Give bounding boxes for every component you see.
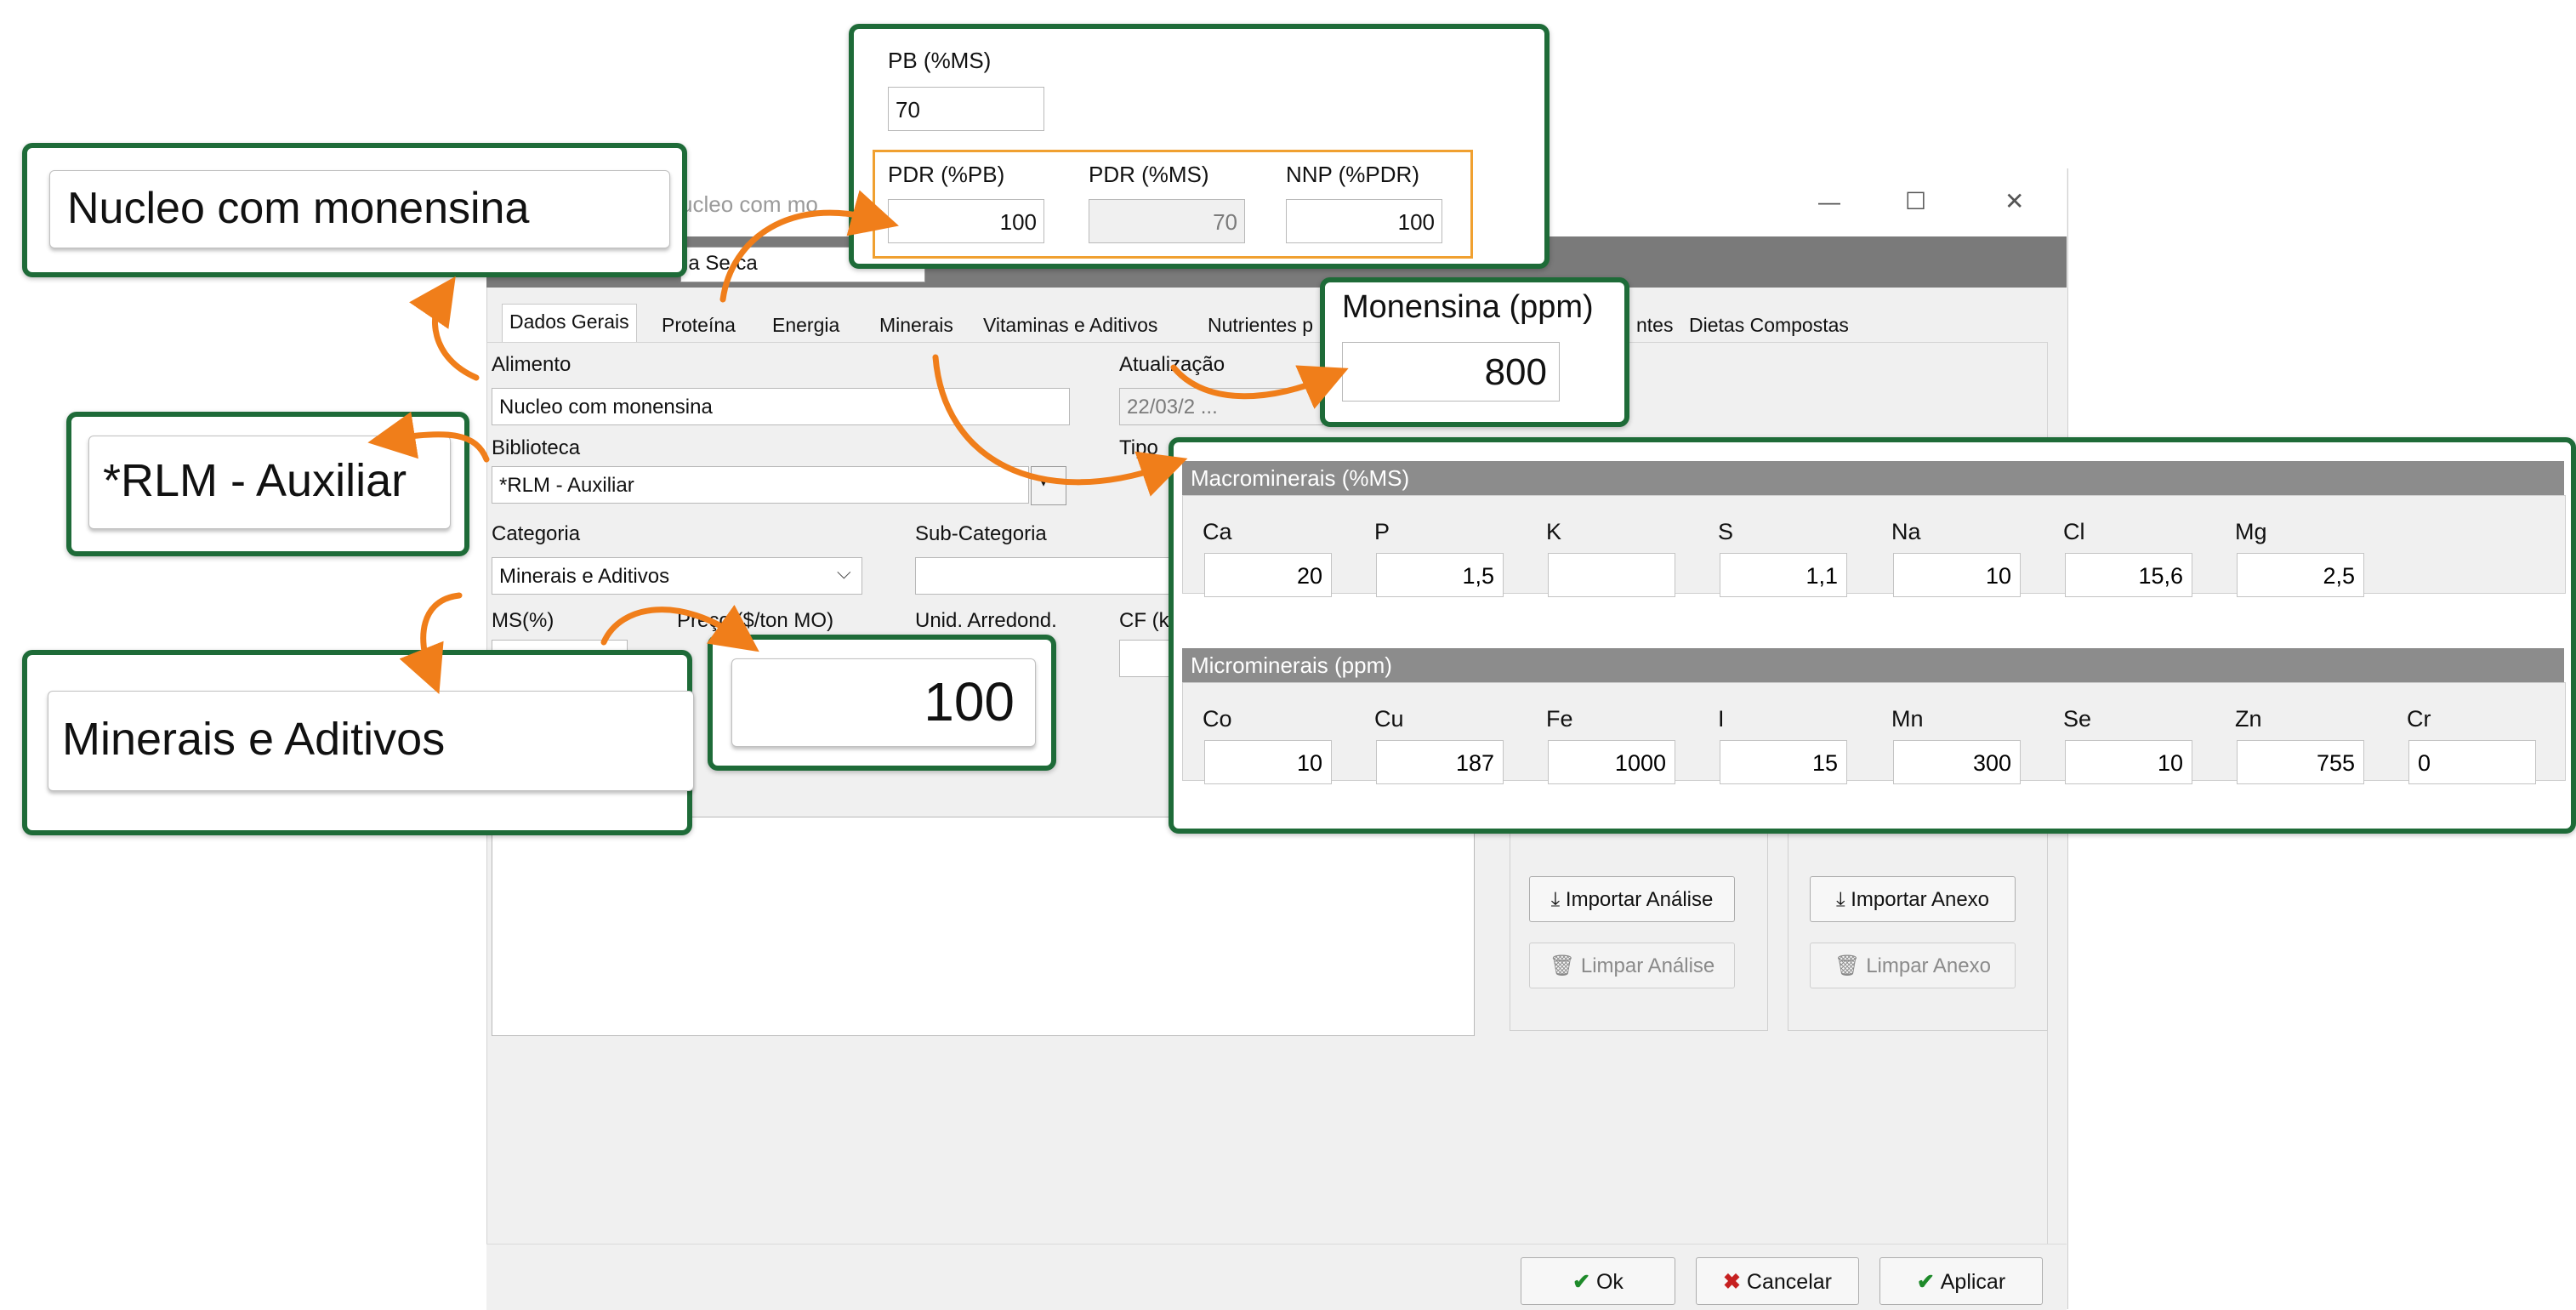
arrow-categoria [399,592,463,695]
arrow-protein [719,190,899,303]
arrow-alimento [409,276,480,381]
arrow-minerais [932,354,1188,497]
annotation-arrows [367,190,1349,695]
arrow-biblioteca [367,411,490,463]
arrow-monensina [1170,364,1349,409]
arrow-ms [600,604,759,652]
